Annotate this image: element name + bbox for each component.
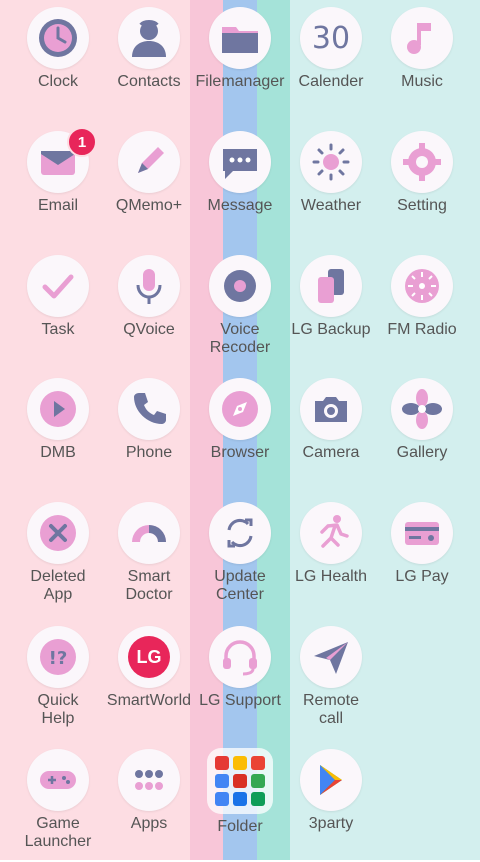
headset-icon <box>209 626 271 688</box>
app-lg-health[interactable]: LG Health <box>285 495 377 615</box>
app-email[interactable]: 1 Email <box>12 124 104 244</box>
app-label: LG Pay <box>395 568 449 585</box>
app-setting[interactable]: Setting <box>376 124 468 244</box>
chat-bubble-icon <box>209 131 271 193</box>
music-note-icon <box>391 7 453 69</box>
backup-phones-icon <box>300 255 362 317</box>
app-quick-help[interactable]: !? Quick Help <box>12 619 104 739</box>
record-icon <box>209 255 271 317</box>
app-dmb[interactable]: DMB <box>12 371 104 491</box>
runner-icon <box>300 502 362 564</box>
gamepad-icon <box>27 749 89 811</box>
app-phone[interactable]: Phone <box>103 371 195 491</box>
help-bubble-icon: !? <box>27 626 89 688</box>
app-fm-radio[interactable]: FM Radio <box>376 248 468 368</box>
folder-icon <box>209 7 271 69</box>
app-remote-call[interactable]: Remote call <box>285 619 377 739</box>
app-camera[interactable]: Camera <box>285 371 377 491</box>
app-voice-recoder[interactable]: Voice Recoder <box>194 248 286 368</box>
app-lg-backup[interactable]: LG Backup <box>285 248 377 368</box>
app-lg-support[interactable]: LG Support <box>194 619 286 739</box>
microphone-icon <box>118 255 180 317</box>
clock-icon <box>27 7 89 69</box>
gmail-mini-icon <box>251 756 265 770</box>
app-label: 3party <box>308 815 354 832</box>
sheets-mini-icon <box>251 792 265 806</box>
radio-dial-icon <box>391 255 453 317</box>
delete-x-icon <box>27 502 89 564</box>
chrome-mini-icon <box>215 792 229 806</box>
maps-mini-icon <box>251 774 265 788</box>
app-grid-icon <box>118 749 180 811</box>
folder-preview-icon <box>207 748 273 814</box>
app-contacts[interactable]: Contacts <box>103 0 195 120</box>
app-filemanager[interactable]: Filemanager <box>194 0 286 120</box>
app-game-launcher[interactable]: Game Launcher <box>12 742 104 862</box>
app-qmemo[interactable]: QMemo+ <box>103 124 195 244</box>
notification-badge: 1 <box>67 127 97 157</box>
play-movies-mini-icon <box>233 774 247 788</box>
pinwheel-icon <box>391 378 453 440</box>
app-qvoice[interactable]: QVoice <box>103 248 195 368</box>
youtube-mini-icon <box>215 756 229 770</box>
credit-card-icon <box>391 502 453 564</box>
app-deleted-app[interactable]: Deleted App <box>12 495 104 615</box>
person-icon <box>118 7 180 69</box>
phone-handset-icon <box>118 378 180 440</box>
checkmark-icon <box>27 255 89 317</box>
paper-plane-icon <box>300 626 362 688</box>
app-folder[interactable]: Folder <box>194 742 286 862</box>
pencil-icon <box>118 131 180 193</box>
smartworld-lg-text: LG <box>136 646 162 667</box>
app-gallery[interactable]: Gallery <box>376 371 468 491</box>
app-browser[interactable]: Browser <box>194 371 286 491</box>
app-update-center[interactable]: Update Center <box>194 495 286 615</box>
app-label: Remote call <box>302 692 360 727</box>
refresh-arrows-icon <box>209 502 271 564</box>
calendar-icon: 30 <box>300 7 362 69</box>
docs-mini-icon <box>233 792 247 806</box>
app-label: Music <box>401 73 443 90</box>
app-lg-pay[interactable]: LG Pay <box>376 495 468 615</box>
drive-mini-icon <box>233 756 247 770</box>
camera-icon <box>300 378 362 440</box>
app-music[interactable]: Music <box>376 0 468 120</box>
app-task[interactable]: Task <box>12 248 104 368</box>
app-3party[interactable]: 3party <box>285 742 377 862</box>
compass-icon <box>209 378 271 440</box>
app-message[interactable]: Message <box>194 124 286 244</box>
play-icon <box>27 378 89 440</box>
svg-text:!?: !? <box>49 648 68 669</box>
app-smart-doctor[interactable]: Smart Doctor <box>103 495 195 615</box>
lg-logo-icon: LG <box>118 626 180 688</box>
sun-icon <box>300 131 362 193</box>
envelope-icon: 1 <box>27 127 97 193</box>
app-clock[interactable]: Clock <box>12 0 104 120</box>
app-calender[interactable]: 30 Calender <box>285 0 377 120</box>
app-label: Gallery <box>396 444 448 461</box>
calendar-date-text: 30 <box>311 20 351 56</box>
gear-icon <box>391 131 453 193</box>
gauge-icon <box>118 502 180 564</box>
photos-mini-icon <box>215 774 229 788</box>
app-label: FM Radio <box>387 321 457 338</box>
app-smartworld[interactable]: LG SmartWorld <box>103 619 195 739</box>
app-apps[interactable]: Apps <box>103 742 195 862</box>
app-label: Setting <box>397 197 447 214</box>
play-store-icon <box>300 749 362 811</box>
app-weather[interactable]: Weather <box>285 124 377 244</box>
